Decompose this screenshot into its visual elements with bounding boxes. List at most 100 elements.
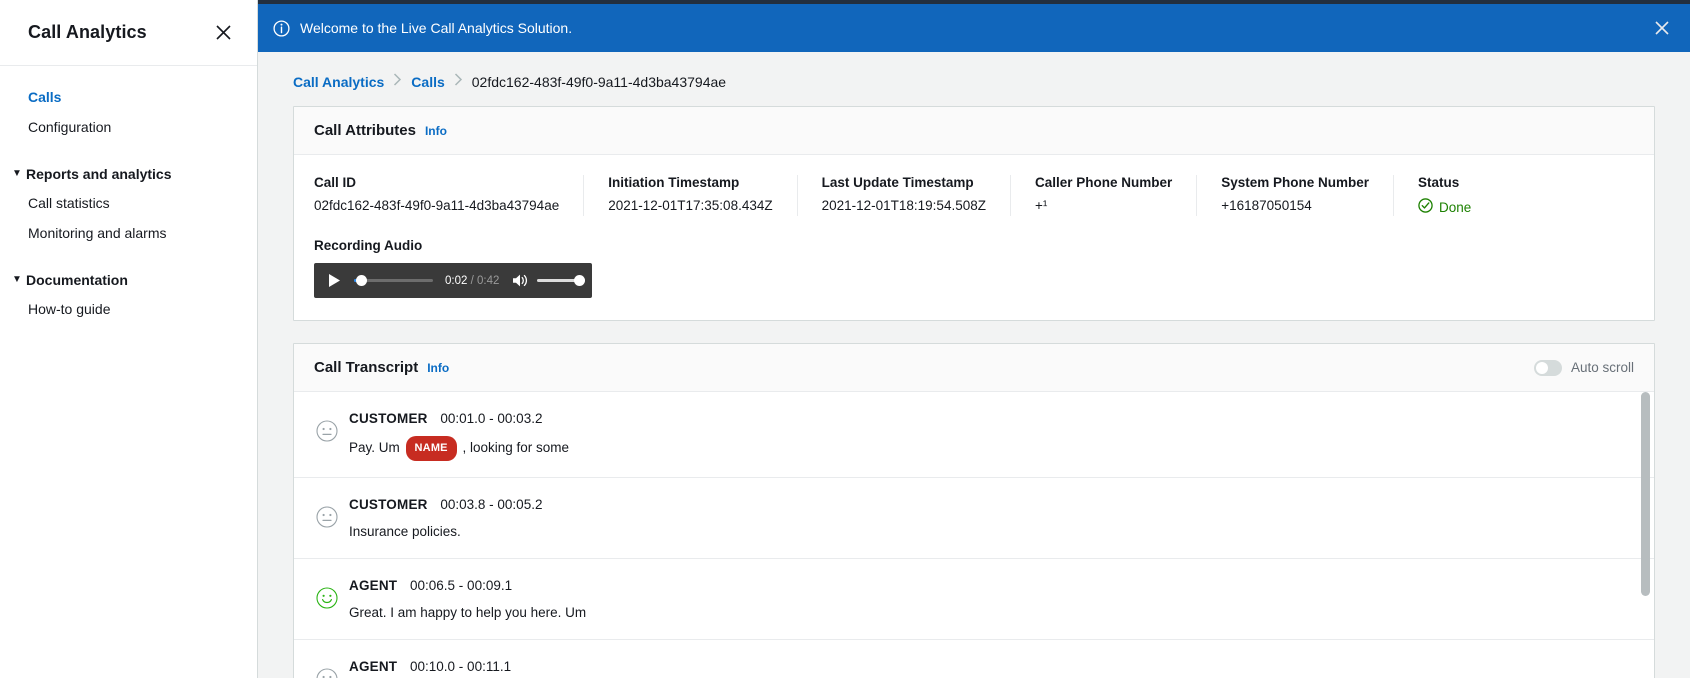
breadcrumb-item-current: 02fdc162-483f-49f0-9a11-4d3ba43794ae	[471, 74, 727, 90]
auto-scroll-label: Auto scroll	[1570, 360, 1634, 375]
audio-time-display: 0:02 / 0:42	[445, 275, 499, 287]
transcript-text-before: Pay. Um	[349, 440, 400, 455]
attribute-label: Caller Phone Number	[1034, 175, 1173, 190]
call-attributes-header: Call Attributes Info	[294, 107, 1654, 155]
volume-icon[interactable]	[511, 272, 529, 290]
info-circle-icon	[272, 19, 290, 37]
play-icon[interactable]	[324, 271, 344, 291]
recording-audio-label: Recording Audio	[314, 238, 423, 253]
attribute-value: +16187050154	[1221, 198, 1312, 213]
call-transcript-title: Call Transcript	[314, 359, 419, 376]
volume-knob[interactable]	[574, 275, 586, 286]
call-transcript-panel: Call Transcript Info Auto scroll CUSTOME…	[293, 343, 1655, 678]
sidebar-group-children-documentation: How-to guide	[0, 294, 257, 324]
breadcrumb-item-call-analytics[interactable]: Call Analytics	[293, 72, 384, 92]
sidebar-group-label-documentation: Documentation	[26, 272, 128, 288]
sidebar-group-label-reports: Reports and analytics	[26, 166, 172, 182]
sidebar-header: Call Analytics	[0, 0, 257, 66]
recording-audio-section: Recording Audio 0:02 / 0:42	[294, 216, 1654, 320]
content-inner: Call Analytics Calls 02fdc162-483f-49f0-…	[258, 52, 1690, 678]
call-transcript-header-actions: Auto scroll	[1533, 359, 1634, 376]
smiling-face-icon	[316, 587, 338, 609]
call-attributes-grid: Call ID 02fdc162-483f-49f0-9a11-4d3ba437…	[294, 155, 1654, 216]
call-transcript-info-link[interactable]: Info	[427, 361, 449, 375]
call-attributes-panel: Call Attributes Info Call ID 02fdc162-48…	[293, 106, 1655, 321]
attribute-last-update-timestamp: Last Update Timestamp 2021-12-01T18:19:5…	[796, 175, 1010, 216]
transcript-turn: AGENT 00:10.0 - 00:11.1 We'll see how it…	[294, 640, 1654, 678]
sidebar-item-monitoring-and-alarms[interactable]: Monitoring and alarms	[0, 218, 257, 248]
sidebar-group-children-reports: Call statistics Monitoring and alarms	[0, 188, 257, 248]
sidebar-group-header-reports[interactable]: ▼ Reports and analytics	[0, 160, 257, 188]
call-attributes-info-link[interactable]: Info	[425, 124, 447, 138]
attribute-label: System Phone Number	[1221, 175, 1370, 190]
attribute-call-id: Call ID 02fdc162-483f-49f0-9a11-4d3ba437…	[314, 175, 583, 216]
sidebar-title: Call Analytics	[28, 22, 147, 42]
sidebar-item-configuration[interactable]: Configuration	[0, 112, 257, 142]
audio-seek-slider[interactable]	[354, 274, 433, 288]
attribute-value: 2021-12-01T18:19:54.508Z	[821, 198, 986, 213]
sidebar-group-documentation: ▼ Documentation How-to guide	[0, 266, 257, 324]
transcript-turn-head: CUSTOMER 00:03.8 - 00:05.2	[349, 494, 1634, 516]
call-attributes-title: Call Attributes	[314, 122, 416, 139]
auto-scroll-toggle-row: Auto scroll	[1533, 359, 1634, 376]
transcript-turn-body: AGENT 00:06.5 - 00:09.1 Great. I am happ…	[349, 575, 1634, 623]
sidebar-item-call-statistics[interactable]: Call statistics	[0, 188, 257, 218]
sidebar-item-how-to-guide[interactable]: How-to guide	[0, 294, 257, 324]
attribute-label: Call ID	[314, 175, 357, 190]
transcript-text: Pay. Um NAME , looking for some	[349, 436, 1634, 461]
transcript-turn-body: AGENT 00:10.0 - 00:11.1 We'll see how it…	[349, 656, 1634, 678]
sidebar-group-header-documentation[interactable]: ▼ Documentation	[0, 266, 257, 294]
chevron-right-icon	[454, 72, 463, 92]
neutral-face-icon	[316, 668, 338, 678]
transcript-scrollbar-thumb[interactable]	[1641, 392, 1650, 596]
auto-scroll-toggle[interactable]	[1533, 359, 1562, 376]
status-badge: Done	[1418, 198, 1471, 216]
seek-knob[interactable]	[356, 275, 367, 286]
transcript-turn-head: AGENT 00:10.0 - 00:11.1	[349, 656, 1634, 678]
transcript-timerange: 00:10.0 - 00:11.1	[410, 659, 512, 674]
transcript-speaker: AGENT	[349, 578, 398, 593]
sidebar-nav: Calls Configuration ▼ Reports and analyt…	[0, 66, 257, 324]
volume-slider[interactable]	[537, 274, 586, 288]
chevron-down-icon: ▼	[12, 274, 22, 285]
transcript-text-after: , looking for some	[462, 440, 570, 455]
transcript-turn-body: CUSTOMER 00:01.0 - 00:03.2 Pay. Um NAME …	[349, 408, 1634, 461]
transcript-list: CUSTOMER 00:01.0 - 00:03.2 Pay. Um NAME …	[294, 392, 1654, 678]
transcript-turn-body: CUSTOMER 00:03.8 - 00:05.2 Insurance pol…	[349, 494, 1634, 542]
sidebar-group-reports-and-analytics: ▼ Reports and analytics Call statistics …	[0, 160, 257, 248]
main-region: Welcome to the Live Call Analytics Solut…	[258, 0, 1690, 678]
toggle-knob	[1535, 361, 1548, 374]
audio-current-time: 0:02	[445, 274, 468, 287]
attribute-label: Last Update Timestamp	[821, 175, 974, 190]
transcript-turn-head: AGENT 00:06.5 - 00:09.1	[349, 575, 1634, 597]
audio-time-separator: /	[470, 274, 474, 287]
transcript-timerange: 00:06.5 - 00:09.1	[410, 578, 513, 593]
sidebar: Call Analytics Calls Configuration ▼ Rep…	[0, 0, 258, 678]
sidebar-item-calls[interactable]: Calls	[0, 82, 257, 112]
attribute-value: 2021-12-01T17:35:08.434Z	[608, 198, 773, 213]
chevron-down-icon: ▼	[12, 168, 22, 179]
attribute-initiation-timestamp: Initiation Timestamp 2021-12-01T17:35:08…	[583, 175, 796, 216]
attribute-label: Status	[1418, 175, 1460, 190]
flash-banner-message: Welcome to the Live Call Analytics Solut…	[300, 20, 573, 36]
transcript-speaker: CUSTOMER	[349, 411, 428, 426]
transcript-timerange: 00:03.8 - 00:05.2	[440, 497, 543, 512]
audio-player[interactable]: 0:02 / 0:42	[314, 263, 592, 298]
check-circle-icon	[1418, 198, 1439, 216]
transcript-scrollbar[interactable]	[1641, 392, 1650, 678]
close-icon[interactable]	[1652, 18, 1672, 38]
audio-total-time: 0:42	[477, 274, 500, 287]
status-value-text: Done	[1439, 199, 1472, 215]
attribute-label: Initiation Timestamp	[608, 175, 740, 190]
close-icon[interactable]	[211, 21, 235, 45]
breadcrumb: Call Analytics Calls 02fdc162-483f-49f0-…	[258, 52, 1690, 106]
transcript-speaker: CUSTOMER	[349, 497, 428, 512]
transcript-text: Insurance policies.	[349, 524, 461, 539]
attribute-value: 02fdc162-483f-49f0-9a11-4d3ba43794ae	[314, 198, 560, 213]
breadcrumb-item-calls[interactable]: Calls	[411, 72, 444, 92]
transcript-turn-head: CUSTOMER 00:01.0 - 00:03.2	[349, 408, 1634, 430]
transcript-turn: AGENT 00:06.5 - 00:09.1 Great. I am happ…	[294, 559, 1654, 640]
attribute-status: Status Done	[1393, 175, 1495, 216]
flash-banner: Welcome to the Live Call Analytics Solut…	[258, 4, 1690, 52]
transcript-speaker: AGENT	[349, 659, 398, 674]
